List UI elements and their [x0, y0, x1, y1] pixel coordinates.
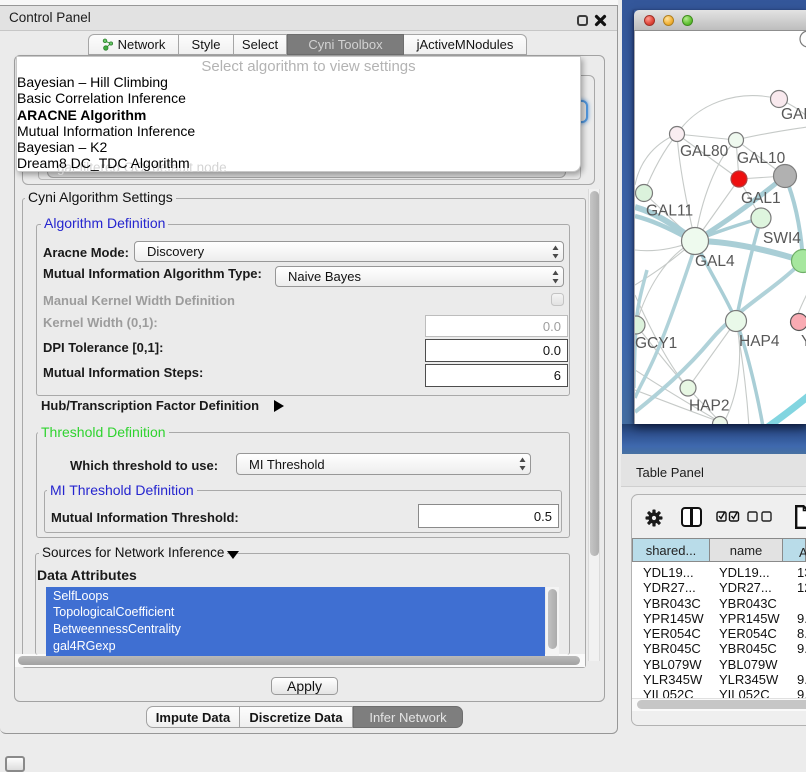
svg-text:GAL7: GAL7 — [781, 106, 806, 123]
svg-text:SWI4: SWI4 — [763, 230, 801, 247]
svg-text:GAL1: GAL1 — [741, 190, 781, 207]
svg-text:GAL4: GAL4 — [695, 253, 735, 270]
svg-text:HAP2: HAP2 — [689, 398, 730, 415]
svg-text:GAL10: GAL10 — [737, 150, 786, 167]
svg-text:GAL11: GAL11 — [646, 203, 693, 220]
svg-text:HAP4: HAP4 — [739, 333, 780, 350]
svg-text:Y: Y — [801, 333, 806, 350]
svg-text:GAL80: GAL80 — [680, 143, 729, 160]
svg-text:GCY1: GCY1 — [635, 335, 677, 352]
